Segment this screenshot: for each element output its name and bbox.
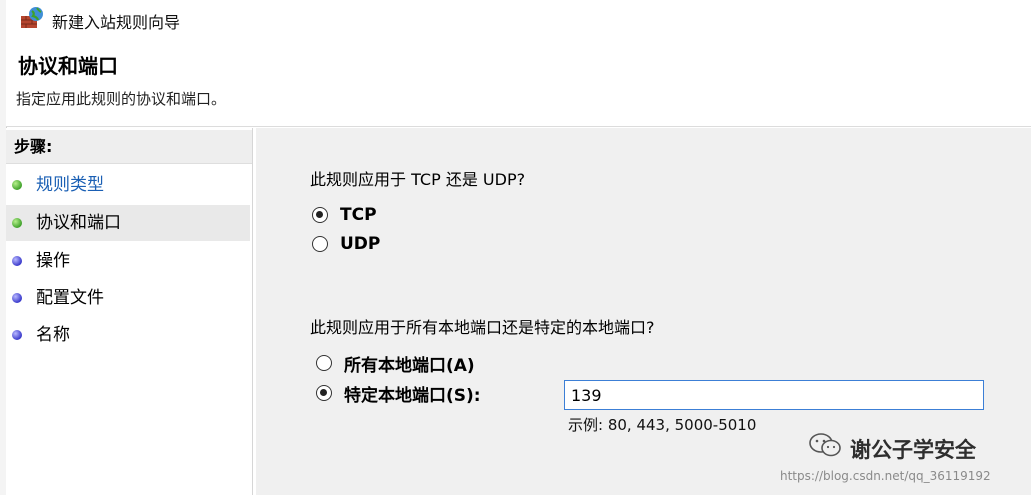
radio-button-checked[interactable] — [316, 385, 332, 401]
step-label: 配置文件 — [36, 288, 104, 308]
title-bar: 新建入站规则向导 — [6, 0, 1031, 36]
step-complete-dot-icon — [12, 180, 22, 190]
port-input[interactable] — [564, 380, 984, 410]
radio-tcp[interactable]: TCP — [312, 203, 377, 227]
watermark-text: 谢公子学安全 — [850, 438, 976, 462]
protocol-question: 此规则应用于 TCP 还是 UDP? — [310, 170, 526, 189]
step-protocol-ports[interactable]: 协议和端口 — [6, 205, 250, 241]
step-pending-dot-icon — [12, 256, 22, 266]
wechat-logo-icon — [809, 433, 841, 457]
step-label: 操作 — [36, 251, 70, 271]
port-example-hint: 示例: 80, 443, 5000-5010 — [568, 416, 757, 434]
radio-udp[interactable]: UDP — [312, 232, 380, 256]
step-complete-dot-icon — [12, 218, 22, 228]
radio-button[interactable] — [316, 355, 332, 371]
firewall-icon — [21, 7, 43, 28]
radio-button[interactable] — [312, 236, 328, 252]
radio-all-ports[interactable]: 所有本地端口(A) — [316, 351, 475, 376]
step-profile: 配置文件 — [6, 280, 250, 316]
wizard-header: 协议和端口 指定应用此规则的协议和端口。 — [6, 36, 1031, 127]
steps-panel: 步骤: 规则类型 协议和端口 操作 配置文件 名称 — [6, 128, 253, 495]
step-pending-dot-icon — [12, 293, 22, 303]
steps-heading: 步骤: — [6, 130, 252, 164]
ports-question: 此规则应用于所有本地端口还是特定的本地端口? — [310, 318, 655, 337]
window-title: 新建入站规则向导 — [52, 13, 181, 32]
radio-specific-ports[interactable]: 特定本地端口(S): — [316, 381, 481, 406]
step-pending-dot-icon — [12, 330, 22, 340]
radio-button-checked[interactable] — [312, 207, 328, 223]
radio-label: 所有本地端口(A) — [344, 355, 475, 376]
page-subtitle: 指定应用此规则的协议和端口。 — [16, 90, 227, 108]
step-rule-type[interactable]: 规则类型 — [6, 167, 250, 203]
page-title: 协议和端口 — [18, 54, 118, 78]
watermark-url: https://blog.csdn.net/qq_36119192 — [780, 469, 991, 483]
radio-label: UDP — [340, 234, 381, 254]
step-label: 名称 — [36, 325, 70, 345]
step-label: 规则类型 — [36, 175, 104, 195]
step-action: 操作 — [6, 243, 250, 279]
radio-label: TCP — [340, 205, 377, 225]
step-name: 名称 — [6, 317, 250, 353]
radio-label: 特定本地端口(S): — [344, 385, 481, 406]
step-label: 协议和端口 — [36, 213, 121, 233]
